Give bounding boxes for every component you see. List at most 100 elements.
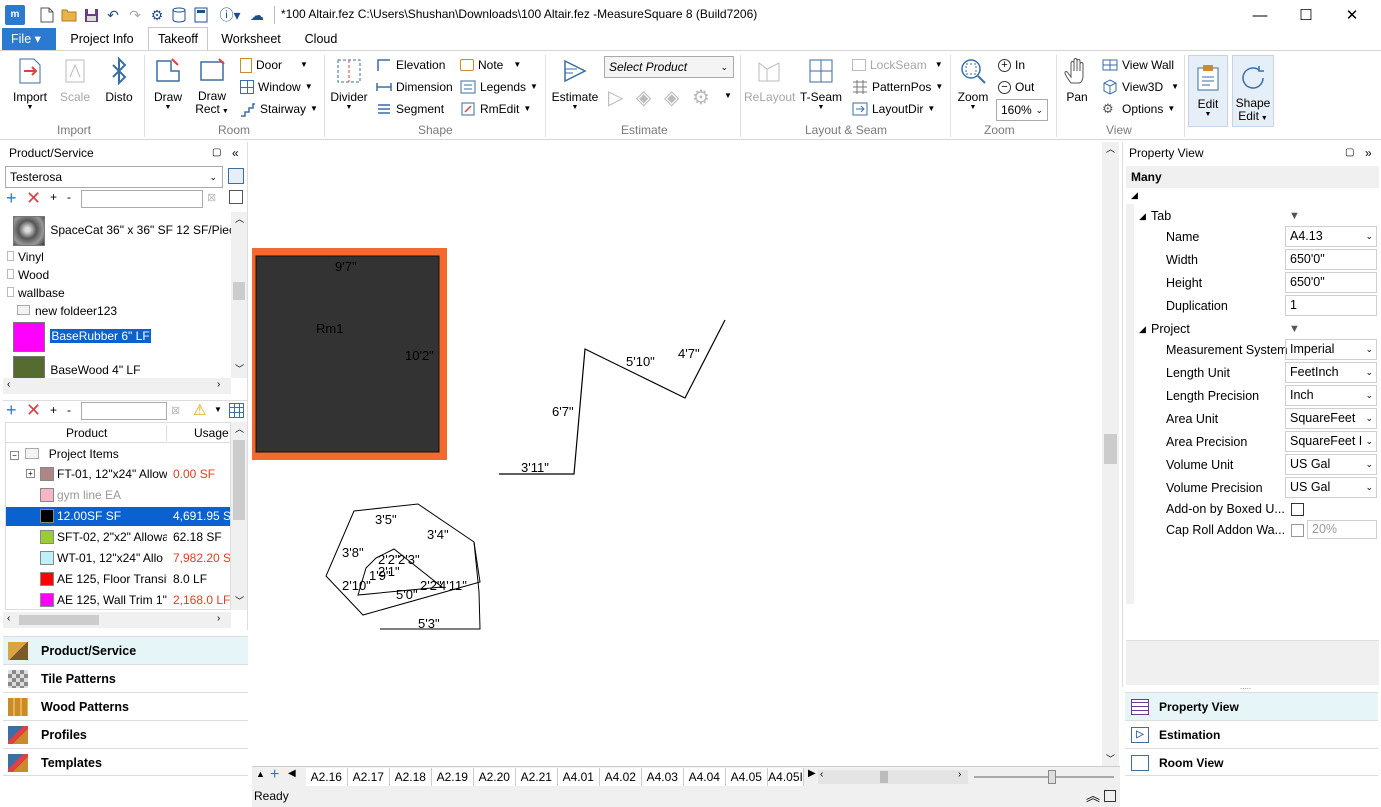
- edit-button[interactable]: Edit ▼: [1188, 55, 1228, 127]
- disto-button[interactable]: Disto: [98, 55, 140, 119]
- redo-icon[interactable]: ↷: [126, 6, 144, 24]
- right-nav-splitter[interactable]: .....: [1240, 682, 1251, 691]
- product-search-input[interactable]: [81, 190, 203, 208]
- sheet-tab[interactable]: A4.02: [600, 768, 642, 786]
- zoom-out-button[interactable]: − Out: [998, 77, 1034, 97]
- shape-edit-button[interactable]: Shape Edit ▼: [1232, 55, 1274, 127]
- maximize-button[interactable]: ☐: [1283, 0, 1329, 30]
- list-item[interactable]: Wood: [7, 266, 49, 284]
- nav-wood-patterns[interactable]: Wood Patterns: [3, 692, 248, 720]
- minimize-button[interactable]: —: [1237, 0, 1283, 30]
- hscroll-thumb[interactable]: [880, 771, 888, 783]
- hscroll-thumb[interactable]: [19, 615, 99, 625]
- note-button[interactable]: Note ▼: [460, 55, 521, 75]
- warning-icon[interactable]: ⚠: [193, 401, 206, 419]
- file-menu[interactable]: File ▾: [2, 28, 56, 50]
- table-row[interactable]: gym line EA: [6, 486, 230, 505]
- project-items-root[interactable]: − Project Items: [10, 445, 119, 463]
- property-input[interactable]: 650'0": [1285, 272, 1377, 293]
- draw-button[interactable]: Draw ▼: [148, 55, 188, 119]
- list-item[interactable]: BaseWood 4" LF: [13, 354, 140, 378]
- options-button[interactable]: ⚙ Options ▼: [1102, 99, 1175, 119]
- divider-button[interactable]: Divider ▼: [328, 55, 370, 119]
- scroll-right-icon[interactable]: ›: [958, 769, 961, 780]
- database-icon[interactable]: [170, 6, 188, 24]
- scroll-right-icon[interactable]: ›: [217, 379, 220, 390]
- cap-roll-checkbox[interactable]: [1291, 524, 1304, 537]
- nav-estimation[interactable]: ▷ Estimation: [1125, 720, 1378, 748]
- filter-funnel-icon[interactable]: ▼: [1289, 318, 1300, 341]
- tab-worksheet[interactable]: Worksheet: [215, 28, 287, 50]
- property-dropdown[interactable]: Imperial ⌄: [1285, 339, 1377, 360]
- sheet-tab[interactable]: A2.20: [474, 768, 516, 786]
- supplier-dropdown[interactable]: Testerosa ⌄: [5, 166, 223, 188]
- canvas-hscrollbar[interactable]: ‹ ›: [818, 769, 968, 784]
- table-row[interactable]: SFT-02, 2"x2" Allowa 62.18 SF: [6, 528, 230, 547]
- scroll-left-icon[interactable]: ‹: [7, 613, 10, 624]
- property-dropdown[interactable]: US Gal ⌄: [1285, 454, 1377, 475]
- save-icon[interactable]: [82, 6, 100, 24]
- door-button[interactable]: Door ▼: [240, 55, 308, 75]
- nav-templates[interactable]: Templates: [3, 748, 248, 776]
- collapse-panel-icon[interactable]: »: [1365, 142, 1372, 164]
- pin-icon[interactable]: ▢: [212, 142, 221, 164]
- add-icon[interactable]: +: [6, 400, 17, 421]
- scroll-thumb[interactable]: [1104, 434, 1117, 464]
- pin-icon[interactable]: ▢: [1345, 142, 1354, 164]
- table-row[interactable]: + FT-01, 12"x24" Allow 0.00 SF: [6, 465, 230, 484]
- undo-icon[interactable]: ↶: [104, 6, 122, 24]
- scroll-right-icon[interactable]: ›: [217, 613, 220, 624]
- calculator-icon[interactable]: [192, 6, 210, 24]
- zoom-level-dropdown[interactable]: 160% ⌄: [996, 99, 1048, 121]
- layoutdir-button[interactable]: LayoutDir ▼: [852, 99, 935, 119]
- tab-cloud[interactable]: Cloud: [295, 28, 347, 50]
- dimension-button[interactable]: Dimension: [376, 77, 453, 97]
- estimate-more-caret-icon[interactable]: ▼: [724, 91, 732, 100]
- view3d-button[interactable]: View3D ▼: [1102, 77, 1179, 97]
- sheet-tab[interactable]: A4.03: [642, 768, 684, 786]
- draw-rect-button[interactable]: Draw Rect ▼: [192, 55, 232, 119]
- sheet-tab[interactable]: A2.17: [348, 768, 390, 786]
- list-item[interactable]: wallbase: [7, 284, 65, 302]
- sheet-tab[interactable]: A2.16: [306, 768, 348, 786]
- delete-icon[interactable]: ✕: [26, 188, 41, 209]
- estimate-button[interactable]: Estimate ▼: [550, 55, 600, 119]
- table-row[interactable]: AE 125, Wall Trim 1" 2,168.0 LF: [6, 591, 230, 609]
- legends-button[interactable]: Legends ▼: [460, 77, 538, 97]
- scroll-thumb[interactable]: [233, 282, 245, 300]
- warning-caret-icon[interactable]: ▼: [214, 405, 222, 414]
- project-search-input[interactable]: [81, 402, 167, 420]
- col-usage-header[interactable]: Usage: [194, 423, 229, 443]
- product-tree-scrollbar[interactable]: ︿ ﹀: [231, 212, 247, 378]
- add-sheet-icon[interactable]: +: [270, 766, 279, 784]
- sheet-tab[interactable]: A4.04: [684, 768, 726, 786]
- close-button[interactable]: ✕: [1329, 0, 1375, 30]
- list-item[interactable]: BaseRubber 6" LF: [13, 320, 151, 352]
- section-project[interactable]: ◢ Project ▼: [1125, 318, 1378, 341]
- property-input[interactable]: 1: [1285, 295, 1377, 316]
- project-table-hscroll[interactable]: ‹ ›: [3, 612, 231, 628]
- patternpos-button[interactable]: PatternPos ▼: [852, 77, 943, 97]
- sheet-tab[interactable]: A4.05: [726, 768, 768, 786]
- property-dropdown[interactable]: US Gal ⌄: [1285, 477, 1377, 498]
- canvas-vscrollbar[interactable]: ︿ ﹀: [1102, 142, 1119, 766]
- tseam-button[interactable]: T-Seam ▼: [798, 55, 844, 119]
- tab-takeoff[interactable]: Takeoff: [148, 27, 208, 51]
- expand-node-icon[interactable]: +: [26, 469, 35, 478]
- property-dropdown[interactable]: SquareFeet I ⌄: [1285, 431, 1377, 452]
- col-product-header[interactable]: Product: [66, 423, 107, 443]
- clear-search-icon[interactable]: ⊠: [207, 191, 216, 204]
- sheet-tab[interactable]: A4.05I: [768, 768, 804, 786]
- scroll-up-icon[interactable]: ︿: [235, 422, 244, 435]
- scroll-up-icon[interactable]: ︿: [1106, 142, 1115, 155]
- collapse-all-icon[interactable]: -: [67, 403, 71, 417]
- tab-next-icon[interactable]: ▶: [808, 768, 816, 779]
- addon-checkbox[interactable]: [1291, 503, 1304, 516]
- new-file-icon[interactable]: [38, 6, 56, 24]
- scroll-up-icon[interactable]: ︿: [235, 212, 244, 225]
- nav-profiles[interactable]: Profiles: [3, 720, 248, 748]
- property-dropdown[interactable]: SquareFeet ⌄: [1285, 408, 1377, 429]
- collapse-arrow-icon[interactable]: ◢: [1131, 190, 1138, 201]
- import-button[interactable]: Import ▼: [6, 55, 54, 119]
- help-icon[interactable]: ⓘ▾: [216, 6, 244, 24]
